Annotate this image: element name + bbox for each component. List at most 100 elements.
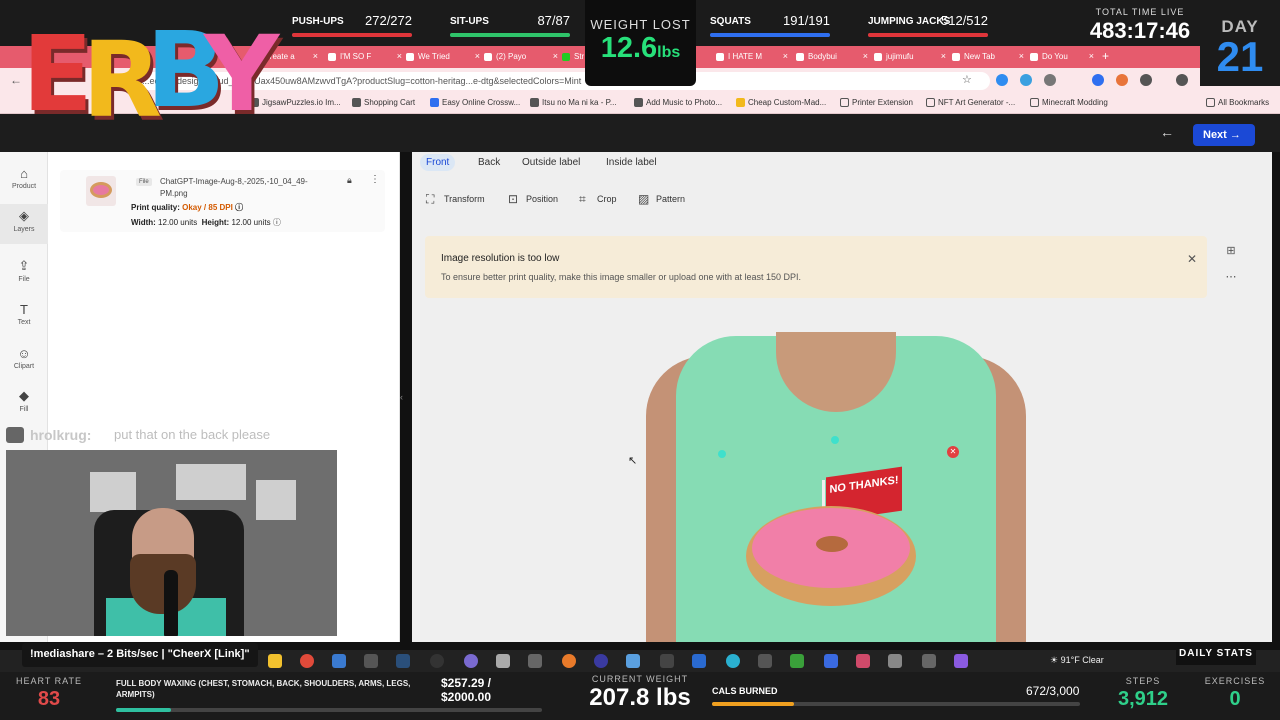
pattern-button[interactable]: ▨ Pattern [638, 192, 685, 206]
app-icon[interactable] [790, 654, 804, 668]
wall-poster [176, 464, 246, 500]
grid-view-icon[interactable]: ⊞ [1224, 244, 1238, 258]
info-icon[interactable]: ⓘ [235, 203, 243, 212]
discord-icon[interactable] [464, 654, 478, 668]
bookmark-item[interactable]: Cheap Custom-Mad... [736, 98, 826, 107]
bookmark-item[interactable]: Add Music to Photo... [634, 98, 722, 107]
rail-item-text[interactable]: T Text [0, 302, 48, 338]
obs-icon[interactable] [430, 654, 444, 668]
app-icon[interactable] [758, 654, 772, 668]
close-icon[interactable]: × [863, 51, 868, 61]
rail-label: Fill [19, 406, 29, 413]
rail-item-product[interactable]: ⌂ Product [0, 166, 48, 202]
rail-item-clipart[interactable]: ☺ Clipart [0, 346, 48, 382]
close-icon[interactable]: × [783, 51, 788, 61]
extension-icon[interactable] [996, 74, 1008, 86]
browser-tab[interactable]: jujimufu × [872, 49, 948, 66]
app-icon[interactable] [364, 654, 378, 668]
extension-icon[interactable] [1020, 74, 1032, 86]
app-icon[interactable] [626, 654, 640, 668]
tab-front[interactable]: Front [420, 154, 456, 171]
app-icon[interactable] [954, 654, 968, 668]
tab-title: Str [574, 52, 585, 61]
tool-label: Crop [597, 194, 617, 204]
guides-icon[interactable]: ⋯ [1224, 270, 1238, 284]
extension-icon[interactable] [1116, 74, 1128, 86]
app-icon[interactable] [660, 654, 674, 668]
app-icon[interactable] [594, 654, 608, 668]
close-icon[interactable]: × [1089, 51, 1094, 61]
tab-inside-label[interactable]: Inside label [600, 154, 663, 171]
close-icon[interactable]: × [1019, 51, 1024, 61]
lock-icon[interactable]: 🔒︎ [347, 175, 352, 186]
app-icon[interactable] [922, 654, 936, 668]
design-canvas[interactable]: Front Back Outside label Inside label ⛶ T… [412, 152, 1272, 642]
app-icon[interactable] [528, 654, 542, 668]
bookmark-item[interactable]: Printer Extension [840, 98, 913, 107]
browser-tab[interactable]: We Tried × [404, 49, 482, 66]
position-button[interactable]: ⊡ Position [508, 192, 558, 206]
firefox-icon[interactable] [562, 654, 576, 668]
app-icon[interactable] [692, 654, 706, 668]
close-icon[interactable]: × [475, 51, 480, 61]
browser-tab[interactable]: Bodybui × [794, 49, 870, 66]
layer-item[interactable]: File ChatGPT-Image-Aug-8,-2025,-10_04_49… [60, 170, 385, 232]
bookmark-icon [352, 98, 361, 107]
extension-icon[interactable] [1044, 74, 1056, 86]
close-icon[interactable]: × [553, 51, 558, 61]
profile-icon[interactable] [1176, 74, 1188, 86]
extension-icon[interactable] [1092, 74, 1104, 86]
bookmark-item[interactable]: Easy Online Crossw... [430, 98, 520, 107]
folder-icon [1030, 98, 1039, 107]
app-icon[interactable] [824, 654, 838, 668]
app-icon[interactable] [888, 654, 902, 668]
back-arrow-icon[interactable]: ← [10, 73, 22, 87]
rail-item-layers[interactable]: ◈ Layers [0, 204, 48, 244]
info-icon[interactable]: ⓘ [273, 218, 281, 227]
position-icon: ⊡ [508, 192, 519, 206]
all-bookmarks[interactable]: All Bookmarks [1206, 98, 1269, 107]
bookmark-item[interactable]: Minecraft Modding [1030, 98, 1108, 107]
close-icon[interactable]: × [941, 51, 946, 61]
weather-widget[interactable]: ☀ 91°F Clear [1050, 655, 1104, 666]
bookmark-item[interactable]: Shopping Cart [352, 98, 415, 107]
browser-tab[interactable]: (2) Payo × [482, 49, 560, 66]
close-icon[interactable]: × [313, 51, 318, 61]
close-icon[interactable]: × [397, 51, 402, 61]
tab-back[interactable]: Back [472, 154, 506, 171]
bookmark-item[interactable]: NFT Art Generator -... [926, 98, 1015, 107]
new-tab-button[interactable]: + [1100, 49, 1116, 66]
folder-icon[interactable] [268, 654, 282, 668]
browser-tab[interactable]: New Tab × [950, 49, 1026, 66]
print-area-handle[interactable] [718, 450, 726, 458]
goal-progress [116, 708, 542, 712]
more-options-icon[interactable]: ⋮ [370, 174, 380, 185]
total-time-title: TOTAL TIME LIVE [1095, 7, 1185, 17]
edge-icon[interactable] [726, 654, 740, 668]
close-icon[interactable]: ✕ [1187, 252, 1197, 266]
donut-design[interactable] [746, 506, 916, 606]
app-icon[interactable] [332, 654, 346, 668]
collapse-panel-icon[interactable]: ‹ [400, 392, 410, 412]
browser-tab[interactable]: I'M SO F × [326, 49, 404, 66]
browser-tab[interactable]: Do You × [1028, 49, 1096, 66]
back-arrow-icon[interactable]: ← [1160, 124, 1174, 140]
remove-design-icon[interactable]: ✕ [947, 446, 959, 458]
transform-button[interactable]: ⛶ Transform [426, 192, 485, 206]
rail-item-file[interactable]: ⇪ File [0, 258, 48, 294]
next-button[interactable]: Next → [1193, 124, 1255, 146]
bookmark-item[interactable]: Itsu no Ma ni ka - P... [530, 98, 617, 107]
tab-outside-label[interactable]: Outside label [516, 154, 586, 171]
print-area-handle[interactable] [831, 436, 839, 444]
rail-item-fill[interactable]: ◆ Fill [0, 388, 48, 424]
crop-button[interactable]: ⌗ Crop [579, 192, 617, 206]
exercises: EXERCISES 0 [1200, 676, 1270, 711]
extension-icon[interactable] [1140, 74, 1152, 86]
browser-tab[interactable]: I HATE M × [714, 49, 790, 66]
chat-avatar [6, 427, 24, 443]
app-icon[interactable] [496, 654, 510, 668]
chrome-icon[interactable] [300, 654, 314, 668]
star-icon[interactable]: ☆ [962, 73, 972, 86]
app-icon[interactable] [856, 654, 870, 668]
steam-icon[interactable] [396, 654, 410, 668]
